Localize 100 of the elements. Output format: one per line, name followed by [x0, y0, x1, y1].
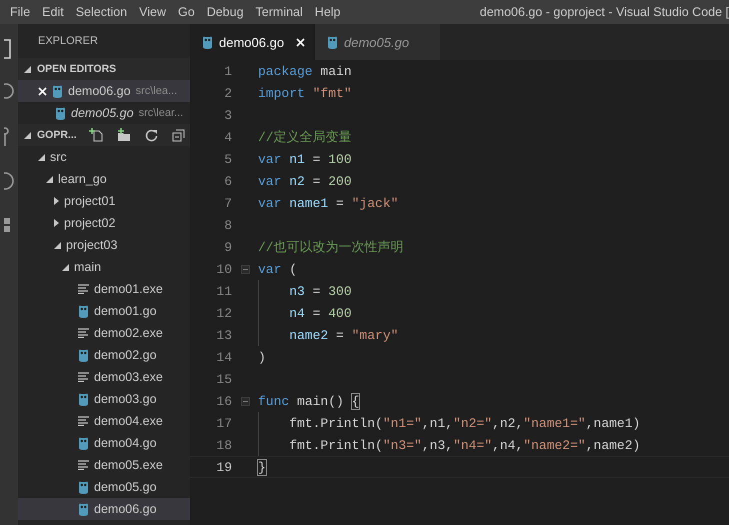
line-number: 11 — [215, 284, 232, 298]
gopher-icon — [55, 106, 66, 120]
line-number: 3 — [223, 108, 232, 122]
lines-icon — [78, 284, 89, 294]
tree-item[interactable]: src — [18, 146, 190, 168]
code-line: package main — [258, 64, 352, 78]
tree-item[interactable]: demo05.go — [18, 476, 190, 498]
tree-item[interactable]: demo03.exe — [18, 366, 190, 388]
tree-item[interactable]: main — [18, 256, 190, 278]
open-editor-item[interactable]: demo05.go src\lear... — [18, 102, 190, 124]
menu-item[interactable]: Terminal — [250, 5, 309, 19]
expanded-arrow-icon[interactable] — [46, 176, 53, 182]
menu-item[interactable]: View — [133, 5, 172, 19]
code-line: func main() { — [258, 394, 360, 408]
menu-item[interactable]: Edit — [36, 5, 70, 19]
gopher-icon — [52, 84, 63, 98]
tree-item[interactable]: project01 — [18, 190, 190, 212]
line-number: 16 — [215, 394, 232, 408]
gopher-icon — [202, 36, 213, 48]
section-title: OPEN EDITORS — [37, 63, 116, 75]
section-header[interactable]: OPEN EDITORS — [18, 58, 190, 80]
line-number: 13 — [215, 328, 232, 342]
code-line: } — [258, 460, 266, 474]
line-number: 9 — [223, 240, 232, 254]
code-line: var n1 = 100 — [258, 152, 352, 166]
line-number: 10 — [215, 262, 232, 276]
new-file-icon[interactable] — [88, 128, 103, 142]
code-line: var ( — [258, 262, 298, 276]
expanded-arrow-icon[interactable] — [38, 154, 45, 160]
collapse-all-icon[interactable] — [172, 128, 185, 142]
gopher-icon — [78, 502, 89, 516]
line-number: 4 — [223, 130, 232, 144]
file-path: src\lear... — [138, 107, 184, 119]
code-line: fmt.Println("n3=",n3,"n4=",n4,"name2=",name2) — [289, 438, 640, 452]
code-line: var n2 = 200 — [258, 174, 352, 188]
menu-item[interactable]: File — [4, 5, 36, 19]
code-line: fmt.Println("n1=",n1,"n2=",n2,"name1=",name1) — [289, 416, 640, 430]
code-line: name2 = "mary" — [289, 328, 398, 342]
fold-icon[interactable] — [240, 264, 250, 274]
lines-icon — [78, 460, 89, 470]
line-number: 7 — [223, 196, 232, 210]
tree-item[interactable]: demo01.exe — [18, 278, 190, 300]
tree-item[interactable]: demo02.go — [18, 344, 190, 366]
close-icon[interactable] — [296, 38, 306, 46]
expanded-arrow-icon[interactable] — [24, 132, 31, 138]
new-folder-icon[interactable] — [116, 128, 131, 142]
collapsed-arrow-icon[interactable] — [54, 197, 59, 205]
code-line: ) — [258, 350, 266, 364]
code-line: //也可以改为一次性声明 — [258, 239, 404, 256]
lines-icon — [78, 372, 89, 382]
code-line: n4 = 400 — [289, 306, 352, 320]
tree-item[interactable]: demo04.go — [18, 432, 190, 454]
gopher-icon — [78, 348, 89, 362]
lines-icon — [78, 416, 89, 426]
line-number: 18 — [215, 438, 232, 452]
collapsed-arrow-icon[interactable] — [54, 219, 59, 227]
tree-item[interactable]: demo06.go — [18, 498, 190, 520]
gopher-icon — [78, 304, 89, 318]
line-number: 17 — [215, 416, 232, 430]
section-header[interactable]: GOPR... — [18, 124, 190, 146]
tree-item[interactable]: demo01.go — [18, 300, 190, 322]
file-path: src\lea... — [136, 85, 178, 97]
expanded-arrow-icon[interactable] — [62, 264, 69, 270]
tree-item[interactable]: project03 — [18, 234, 190, 256]
menu-item[interactable]: Help — [308, 5, 347, 19]
close-icon[interactable] — [38, 86, 47, 96]
expanded-arrow-icon[interactable] — [24, 66, 31, 72]
tree-item[interactable]: demo03.go — [18, 388, 190, 410]
code-line: import "fmt" — [258, 86, 352, 100]
tree-item[interactable]: project02 — [18, 212, 190, 234]
line-number: 5 — [223, 152, 232, 166]
menu-item[interactable]: Debug — [200, 5, 250, 19]
gopher-icon — [78, 480, 89, 494]
lines-icon — [78, 328, 89, 338]
gopher-icon — [327, 36, 338, 48]
line-number: 14 — [215, 350, 232, 364]
fold-icon[interactable] — [240, 396, 250, 406]
window-title: demo06.go - goproject - Visual Studio Code [ — [480, 5, 729, 19]
menu-item[interactable]: Go — [172, 5, 201, 19]
line-number: 19 — [215, 460, 232, 474]
open-editor-item[interactable]: demo06.go src\lea... — [18, 80, 190, 102]
line-number: 1 — [223, 64, 232, 78]
expanded-arrow-icon[interactable] — [54, 242, 61, 248]
tree-item[interactable]: demo02.exe — [18, 322, 190, 344]
line-number: 8 — [223, 218, 232, 232]
gopher-icon — [78, 392, 89, 406]
tree-item[interactable]: demo04.exe — [18, 410, 190, 432]
editor-tab[interactable]: demo05.go — [315, 24, 440, 60]
code-line: var name1 = "jack" — [258, 196, 398, 210]
menu-item[interactable]: Selection — [70, 5, 134, 19]
refresh-icon[interactable] — [144, 128, 158, 142]
tree-item[interactable]: learn_go — [18, 168, 190, 190]
code-line: //定义全局变量 — [258, 129, 352, 146]
line-number: 12 — [215, 306, 232, 320]
tree-item[interactable]: demo05.exe — [18, 454, 190, 476]
line-number: 6 — [223, 174, 232, 188]
section-title: GOPR... — [37, 129, 77, 141]
explorer-title: EXPLORER — [37, 34, 99, 49]
line-number: 2 — [223, 86, 232, 100]
editor-tab[interactable]: demo06.go — [190, 24, 315, 60]
